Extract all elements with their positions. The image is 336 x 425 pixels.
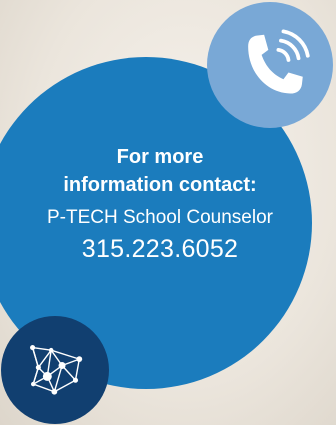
heading-line-2: information contact: bbox=[63, 174, 257, 196]
heading-line-1: For more bbox=[116, 146, 204, 168]
phone-badge bbox=[207, 2, 333, 128]
contact-info: For more information contact: P-TECH Sch… bbox=[0, 143, 320, 264]
network-icon bbox=[30, 345, 83, 395]
contact-card: For more information contact: P-TECH Sch… bbox=[0, 0, 336, 425]
contact-heading: For more information contact: bbox=[0, 143, 320, 199]
phone-number: 315.223.6052 bbox=[81, 235, 239, 263]
network-badge bbox=[1, 316, 109, 424]
phone-icon bbox=[248, 29, 310, 94]
contact-role: P-TECH School Counselor bbox=[47, 207, 273, 228]
